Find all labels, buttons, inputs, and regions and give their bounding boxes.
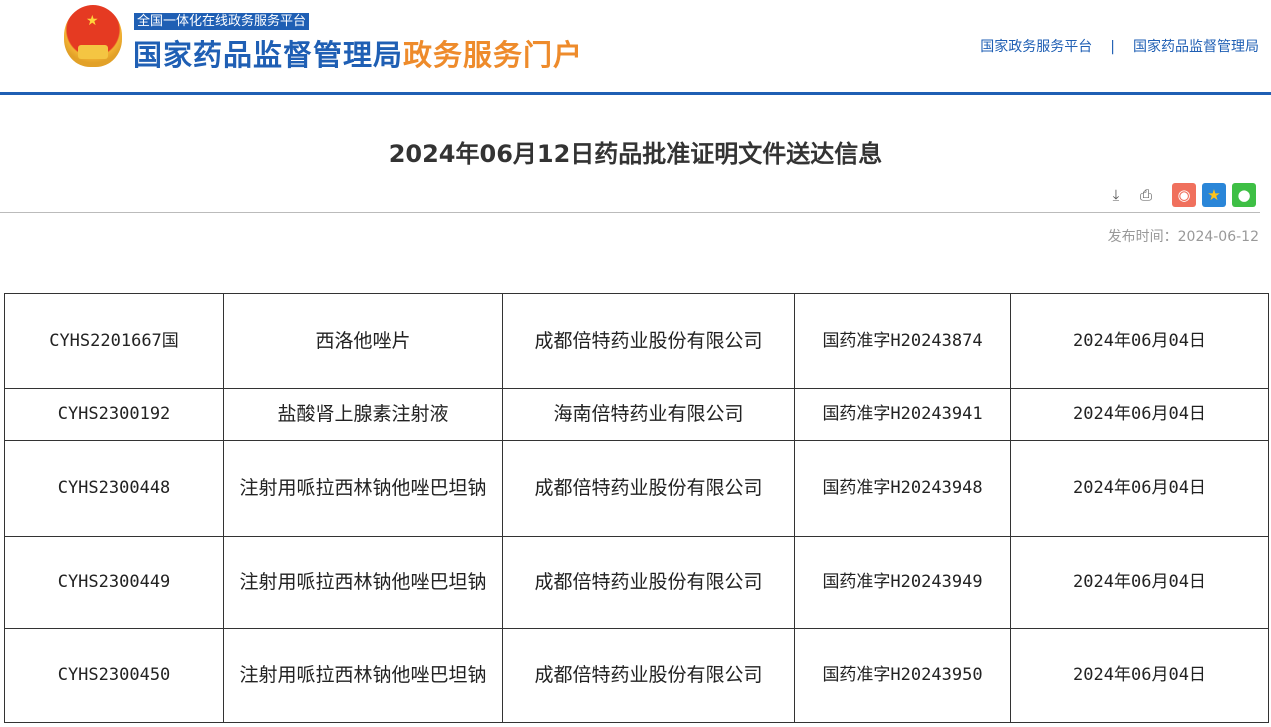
acceptance-number-cell: CYHS2300450 xyxy=(4,628,224,723)
table-row: CYHS2201667国 西洛他唑片 成都倍特药业股份有限公司 国药准字H202438… xyxy=(4,293,1269,389)
site-header: ★ 全国一体化在线政务服务平台 国家药品监督管理局政务服务门户 国家政务服务平台… xyxy=(0,0,1271,95)
publish-label: 发布时间： xyxy=(1107,229,1178,245)
link-nmpa[interactable]: 国家药品监督管理局 xyxy=(1133,39,1259,55)
drug-name-cell: 注射用哌拉西林钠他唑巴坦钠 xyxy=(223,536,503,629)
company-name-cell: 成都倍特药业股份有限公司 xyxy=(502,293,795,389)
drug-name-cell: 注射用哌拉西林钠他唑巴坦钠 xyxy=(223,628,503,723)
download-icon[interactable]: ⤓ xyxy=(1104,183,1128,207)
delivery-date-cell: 2024年06月04日 xyxy=(1010,536,1269,629)
delivery-date-cell: 2024年06月04日 xyxy=(1010,440,1269,537)
delivery-date-cell: 2024年06月04日 xyxy=(1010,293,1269,389)
approval-number-cell: 国药准字H20243949 xyxy=(794,536,1011,629)
link-national-gov-service[interactable]: 国家政务服务平台 xyxy=(980,39,1092,55)
approval-number-cell: 国药准字H20243950 xyxy=(794,628,1011,723)
company-name-cell: 成都倍特药业股份有限公司 xyxy=(502,440,795,537)
company-name-cell: 成都倍特药业股份有限公司 xyxy=(502,536,795,629)
page-title: 2024年06月12日药品批准证明文件送达信息 xyxy=(388,140,883,168)
acceptance-number-cell: CYHS2300192 xyxy=(4,388,224,441)
company-name-cell: 成都倍特药业股份有限公司 xyxy=(502,628,795,723)
approval-number-cell: 国药准字H20243948 xyxy=(794,440,1011,537)
drug-name-cell: 注射用哌拉西林钠他唑巴坦钠 xyxy=(223,440,503,537)
acceptance-number-cell: CYHS2300448 xyxy=(4,440,224,537)
drug-name-cell: 盐酸肾上腺素注射液 xyxy=(223,388,503,441)
print-icon[interactable]: ⎙ xyxy=(1134,183,1158,207)
drug-name-cell: 西洛他唑片 xyxy=(223,293,503,389)
approval-number-cell: 国药准字H20243941 xyxy=(794,388,1011,441)
separator: | xyxy=(1110,39,1115,55)
site-name: 国家药品监督管理局 xyxy=(133,38,404,72)
qzone-icon[interactable]: ★ xyxy=(1202,183,1226,207)
table-row: CYHS2300449 注射用哌拉西林钠他唑巴坦钠 成都倍特药业股份有限公司 国药准字… xyxy=(4,536,1269,629)
table-row: CYHS2300450 注射用哌拉西林钠他唑巴坦钠 成都倍特药业股份有限公司 国药准字… xyxy=(4,628,1269,723)
platform-badge: 全国一体化在线政务服务平台 xyxy=(134,13,310,30)
acceptance-number-cell: CYHS2201667国 xyxy=(4,293,224,389)
company-name-cell: 海南倍特药业有限公司 xyxy=(502,388,795,441)
approval-number-cell: 国药准字H20243874 xyxy=(794,293,1011,389)
acceptance-number-cell: CYHS2300449 xyxy=(4,536,224,629)
national-emblem-logo: ★ xyxy=(64,5,122,67)
delivery-date-cell: 2024年06月04日 xyxy=(1010,388,1269,441)
top-links: 国家政务服务平台 | 国家药品监督管理局 xyxy=(980,36,1259,56)
share-toolbar: ⤓ ⎙ ◉ ★ ● xyxy=(1104,183,1256,207)
weibo-icon[interactable]: ◉ xyxy=(1172,183,1196,207)
wechat-icon[interactable]: ● xyxy=(1232,183,1256,207)
approval-table: CYHS2201667国 西洛他唑片 成都倍特药业股份有限公司 国药准字H202438… xyxy=(4,293,1269,723)
publish-date-value: 2024-06-12 xyxy=(1177,229,1259,245)
table-row: CYHS2300192 盐酸肾上腺素注射液 海南倍特药业有限公司 国药准字H20243… xyxy=(4,388,1269,441)
table-row: CYHS2300448 注射用哌拉西林钠他唑巴坦钠 成都倍特药业股份有限公司 国药准字… xyxy=(4,440,1269,537)
delivery-date-cell: 2024年06月04日 xyxy=(1010,628,1269,723)
divider xyxy=(0,212,1260,213)
site-title[interactable]: 国家药品监督管理局政务服务门户 xyxy=(133,32,583,74)
publish-date: 发布时间：2024-06-12 xyxy=(1108,226,1259,246)
site-suffix: 政务服务门户 xyxy=(403,38,584,72)
